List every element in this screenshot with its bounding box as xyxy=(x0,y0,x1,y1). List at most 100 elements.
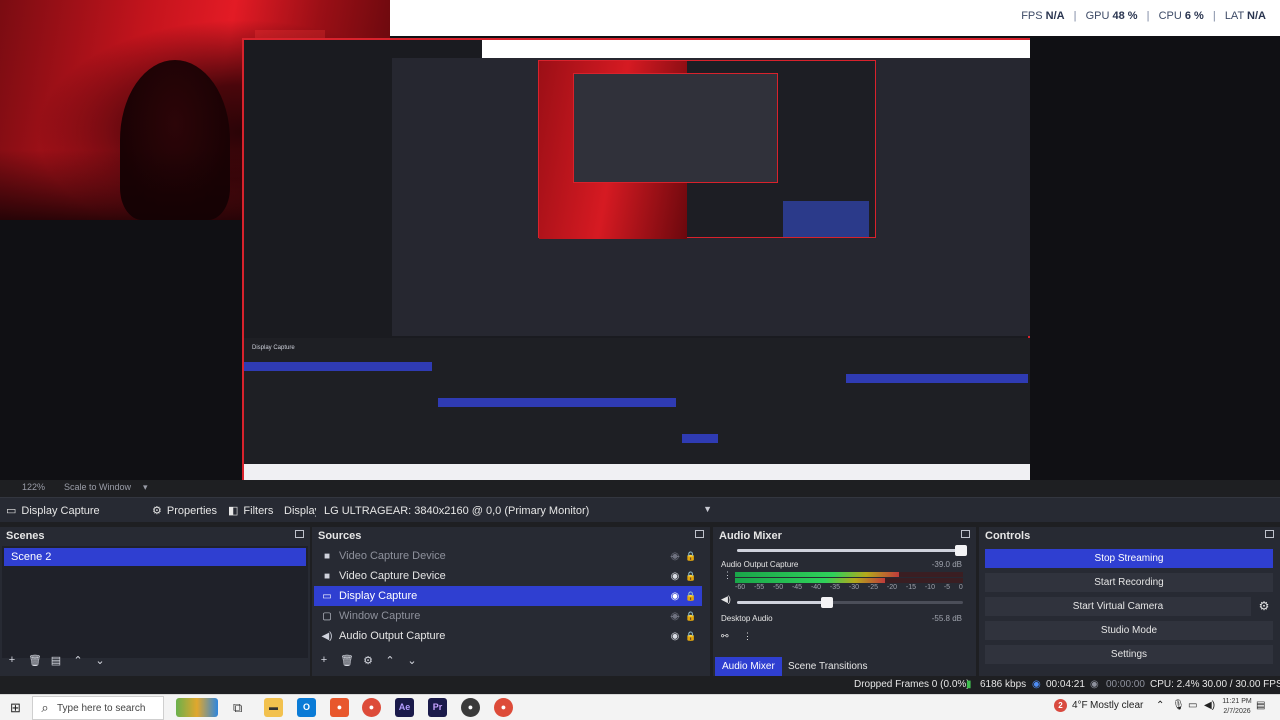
volume-slider[interactable] xyxy=(737,597,963,608)
zoom-level[interactable]: 122% xyxy=(22,482,45,492)
gear-icon[interactable]: ⚙ xyxy=(362,654,374,670)
source-item[interactable]: ■ Video Capture Device ◉ 🔒 xyxy=(314,546,702,566)
float-dock-icon[interactable] xyxy=(961,530,970,538)
taskbar-search[interactable]: ⌕ Type here to search xyxy=(32,696,164,720)
notifications-icon[interactable]: ▤ xyxy=(1256,700,1265,711)
dropped-frames: Dropped Frames 0 (0.0%) xyxy=(854,679,970,690)
add-icon[interactable]: + xyxy=(318,654,330,670)
lock-icon[interactable]: 🔒 xyxy=(683,631,699,642)
source-item[interactable]: ▭ Display Capture ◉ 🔒 xyxy=(314,586,702,606)
eye-icon[interactable]: ◉ xyxy=(667,631,683,642)
clock[interactable]: 11:21 PM 2/7/2026 xyxy=(1222,697,1252,717)
chevron-down-icon: ▼ xyxy=(703,504,712,514)
audio-mixer-dock: Audio Mixer Audio Output Capture -39.0 d… xyxy=(713,527,976,693)
lock-icon[interactable]: 🔒 xyxy=(683,551,699,562)
scenes-list: Scene 2 xyxy=(2,546,308,658)
cpu-usage: CPU: 2.4% xyxy=(1150,679,1200,690)
scenes-title: Scenes xyxy=(6,530,45,542)
scenes-footer: + 🗑 ▤ ⌃ ⌄ xyxy=(6,654,106,670)
controls-dock: Controls Stop Streaming Start Recording … xyxy=(979,527,1280,693)
source-item[interactable]: ◀) Audio Output Capture ◉ 🔒 xyxy=(314,626,702,646)
stats-overlay: FPS N/A | GPU 48 % | CPU 6 % | LAT N/A xyxy=(390,0,1280,36)
trash-icon[interactable]: 🗑 xyxy=(28,654,42,670)
selected-source-name: Display Capture xyxy=(21,504,100,517)
channel-db: -55.8 dB xyxy=(931,614,962,623)
scene-item[interactable]: Scene 2 xyxy=(4,548,306,566)
channel-menu-icon[interactable]: ⋮ xyxy=(743,631,752,642)
scale-mode[interactable]: Scale to Window xyxy=(64,482,131,492)
outlook-icon[interactable]: O xyxy=(297,698,316,717)
lock-icon[interactable]: 🔒 xyxy=(683,611,699,622)
chrome-icon[interactable]: ● xyxy=(494,698,513,717)
camera-icon: ■ xyxy=(323,570,331,582)
lock-icon[interactable]: 🔒 xyxy=(683,571,699,582)
source-item[interactable]: ■ Video Capture Device ◉ 🔒 xyxy=(314,566,702,586)
move-down-icon[interactable]: ⌄ xyxy=(94,654,106,670)
eye-hidden-icon[interactable]: ◉ xyxy=(667,551,683,562)
channel-menu-icon[interactable]: ⋮ xyxy=(723,570,732,581)
add-icon[interactable]: + xyxy=(6,654,18,670)
microphone-icon[interactable]: 🎙 xyxy=(1172,700,1185,711)
move-up-icon[interactable]: ⌃ xyxy=(384,654,396,670)
scene-filters-icon[interactable]: ▤ xyxy=(50,654,62,670)
weather-temp[interactable]: 4°F xyxy=(1072,700,1088,711)
virtual-camera-settings-icon[interactable]: ⚙ xyxy=(1256,597,1272,616)
task-view-icon[interactable]: ⧉ xyxy=(233,700,242,716)
notification-badge[interactable]: 2 xyxy=(1054,699,1067,712)
link-icon[interactable]: ⚯ xyxy=(721,631,729,642)
sources-footer: + 🗑 ⚙ ⌃ ⌄ xyxy=(318,654,418,670)
start-recording-button[interactable]: Start Recording xyxy=(985,573,1273,592)
program-preview[interactable]: FPS N/A | GPU 48 % | CPU 6 % | LAT N/A D… xyxy=(0,0,1280,497)
source-item[interactable]: ▢ Window Capture ◉ 🔒 xyxy=(314,606,702,626)
channel-name: Desktop Audio xyxy=(721,614,773,623)
bitrate: 6186 kbps xyxy=(980,679,1027,690)
eye-icon[interactable]: ◉ xyxy=(667,591,683,602)
float-dock-icon[interactable] xyxy=(695,530,704,538)
chevron-down-icon[interactable]: ▾ xyxy=(143,482,148,493)
audio-mixer-title: Audio Mixer xyxy=(719,530,782,542)
move-up-icon[interactable]: ⌃ xyxy=(72,654,84,670)
move-down-icon[interactable]: ⌄ xyxy=(406,654,418,670)
volume-icon[interactable]: ◀) xyxy=(1204,700,1215,711)
display-capture-source[interactable]: Display Capture xyxy=(242,38,1030,480)
trash-icon[interactable]: 🗑 xyxy=(340,654,354,670)
stop-streaming-button[interactable]: Stop Streaming xyxy=(985,549,1273,568)
stream-time: 00:04:21 xyxy=(1046,679,1085,690)
display-select[interactable]: LG ULTRAGEAR: 3840x2160 @ 0,0 (Primary M… xyxy=(316,501,718,520)
start-virtual-camera-button[interactable]: Start Virtual Camera xyxy=(985,597,1251,616)
premiere-icon[interactable]: Pr xyxy=(428,698,447,717)
lock-icon[interactable]: 🔒 xyxy=(683,591,699,602)
record-time: 00:00:00 xyxy=(1106,679,1145,690)
gear-icon: ⚙ xyxy=(152,505,162,517)
float-dock-icon[interactable] xyxy=(295,530,304,538)
chrome-icon[interactable]: ● xyxy=(362,698,381,717)
studio-mode-button[interactable]: Studio Mode xyxy=(985,621,1273,640)
file-explorer-icon[interactable]: ▬ xyxy=(264,698,283,717)
windows-taskbar: ⊞ ⌕ Type here to search ⧉ ▬ O ● ● Ae Pr … xyxy=(0,694,1280,720)
tab-scene-transitions[interactable]: Scene Transitions xyxy=(781,657,875,677)
properties-button[interactable]: ⚙ Properties xyxy=(146,502,223,519)
status-bar: Dropped Frames 0 (0.0%) ▮ 6186 kbps ◉ 00… xyxy=(0,676,1280,694)
level-meter xyxy=(735,572,963,577)
windows-start-icon[interactable]: ⊞ xyxy=(10,700,21,716)
search-highlight-icon[interactable] xyxy=(176,698,218,717)
scenes-dock: Scenes Scene 2 + 🗑 ▤ ⌃ ⌄ xyxy=(0,527,310,693)
copilot-icon[interactable]: ● xyxy=(330,698,349,717)
filters-button[interactable]: ◧ Filters xyxy=(222,502,279,519)
volume-knob[interactable] xyxy=(821,597,833,608)
float-dock-icon[interactable] xyxy=(1265,530,1274,538)
search-icon: ⌕ xyxy=(41,700,49,715)
after-effects-icon[interactable]: Ae xyxy=(395,698,414,717)
obs-icon[interactable]: ● xyxy=(461,698,480,717)
settings-button[interactable]: Settings xyxy=(985,645,1273,664)
signal-icon: ▮ xyxy=(966,679,972,690)
tab-audio-mixer[interactable]: Audio Mixer xyxy=(715,657,782,677)
eye-hidden-icon[interactable]: ◉ xyxy=(667,611,683,622)
eye-icon[interactable]: ◉ xyxy=(667,571,683,582)
weather-text[interactable]: Mostly clear xyxy=(1090,700,1143,711)
speaker-icon[interactable]: ◀) xyxy=(721,594,731,605)
network-icon[interactable]: ▭ xyxy=(1188,700,1197,711)
chevron-up-icon[interactable]: ⌃ xyxy=(1156,700,1164,711)
volume-slider[interactable] xyxy=(737,545,967,556)
volume-knob[interactable] xyxy=(955,545,967,556)
